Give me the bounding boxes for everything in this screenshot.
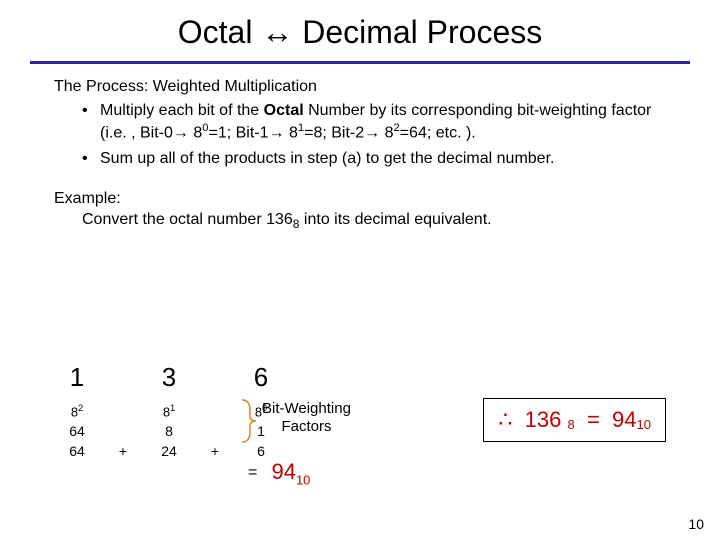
digit-0: 1 (54, 360, 100, 401)
plus-1: + (192, 441, 238, 461)
therefore-icon: ∴ (498, 407, 512, 432)
value-0: 64 (54, 421, 100, 441)
sum-1: 24 (146, 441, 192, 461)
example-text: Convert the octal number 1368 into its d… (54, 209, 666, 232)
example-label: Example: (54, 188, 666, 210)
result-eq: = (587, 407, 600, 432)
result-box: ∴ 136 8 = 9410 (483, 398, 666, 442)
bit-weighting-label: Bit-Weighting Factors (262, 400, 351, 436)
example-post: into its decimal equivalent. (299, 211, 491, 228)
bullet-1-seg3: =64; etc. ). (400, 125, 476, 142)
example-pre: Convert the octal number 136 (82, 211, 293, 228)
body: The Process: Weighted Multiplication Mul… (0, 64, 720, 233)
bullet-list: Multiply each bit of the Octal Number by… (54, 100, 666, 170)
eq94-base: 10 (296, 472, 310, 487)
bullet-1-seg1: =1; Bit-1→ 8 (208, 125, 297, 142)
result-n2: 94 (612, 407, 636, 432)
bw-line1: Bit-Weighting (262, 400, 351, 417)
sum-0: 64 (54, 441, 100, 461)
brace-icon (240, 398, 256, 444)
digit-2: 6 (238, 360, 284, 401)
result-n1: 136 (525, 407, 562, 432)
digit-1: 3 (146, 360, 192, 401)
result-b2: 10 (637, 417, 651, 432)
weight-1: 81 (146, 401, 192, 421)
plus-0: + (100, 441, 146, 461)
bullet-1-pre: Multiply each bit of the (100, 102, 264, 119)
weight-0: 82 (54, 401, 100, 421)
bullet-1-bold: Octal (264, 102, 304, 119)
bullet-1: Multiply each bit of the Octal Number by… (82, 100, 666, 145)
result-b1: 8 (567, 417, 574, 432)
slide: Octal ↔ Decimal Process The Process: Wei… (0, 0, 720, 540)
bullet-1-seg2: =8; Bit-2→ 8 (304, 125, 393, 142)
equals-94: = 9410 (248, 459, 310, 487)
eq94-num: 94 (271, 459, 295, 484)
bw-line2: Factors (281, 418, 331, 435)
value-1: 8 (146, 421, 192, 441)
example-block: Example: Convert the octal number 1368 i… (54, 188, 666, 233)
bullet-2: Sum up all of the products in step (a) t… (82, 148, 666, 170)
digits-row: 1 3 6 (54, 360, 284, 401)
w1e: 1 (170, 403, 175, 413)
process-heading: The Process: Weighted Multiplication (54, 76, 666, 98)
w0e: 2 (78, 403, 83, 413)
page-title: Octal ↔ Decimal Process (0, 0, 720, 57)
eq-sign: = (248, 464, 257, 481)
page-number: 10 (688, 516, 704, 532)
